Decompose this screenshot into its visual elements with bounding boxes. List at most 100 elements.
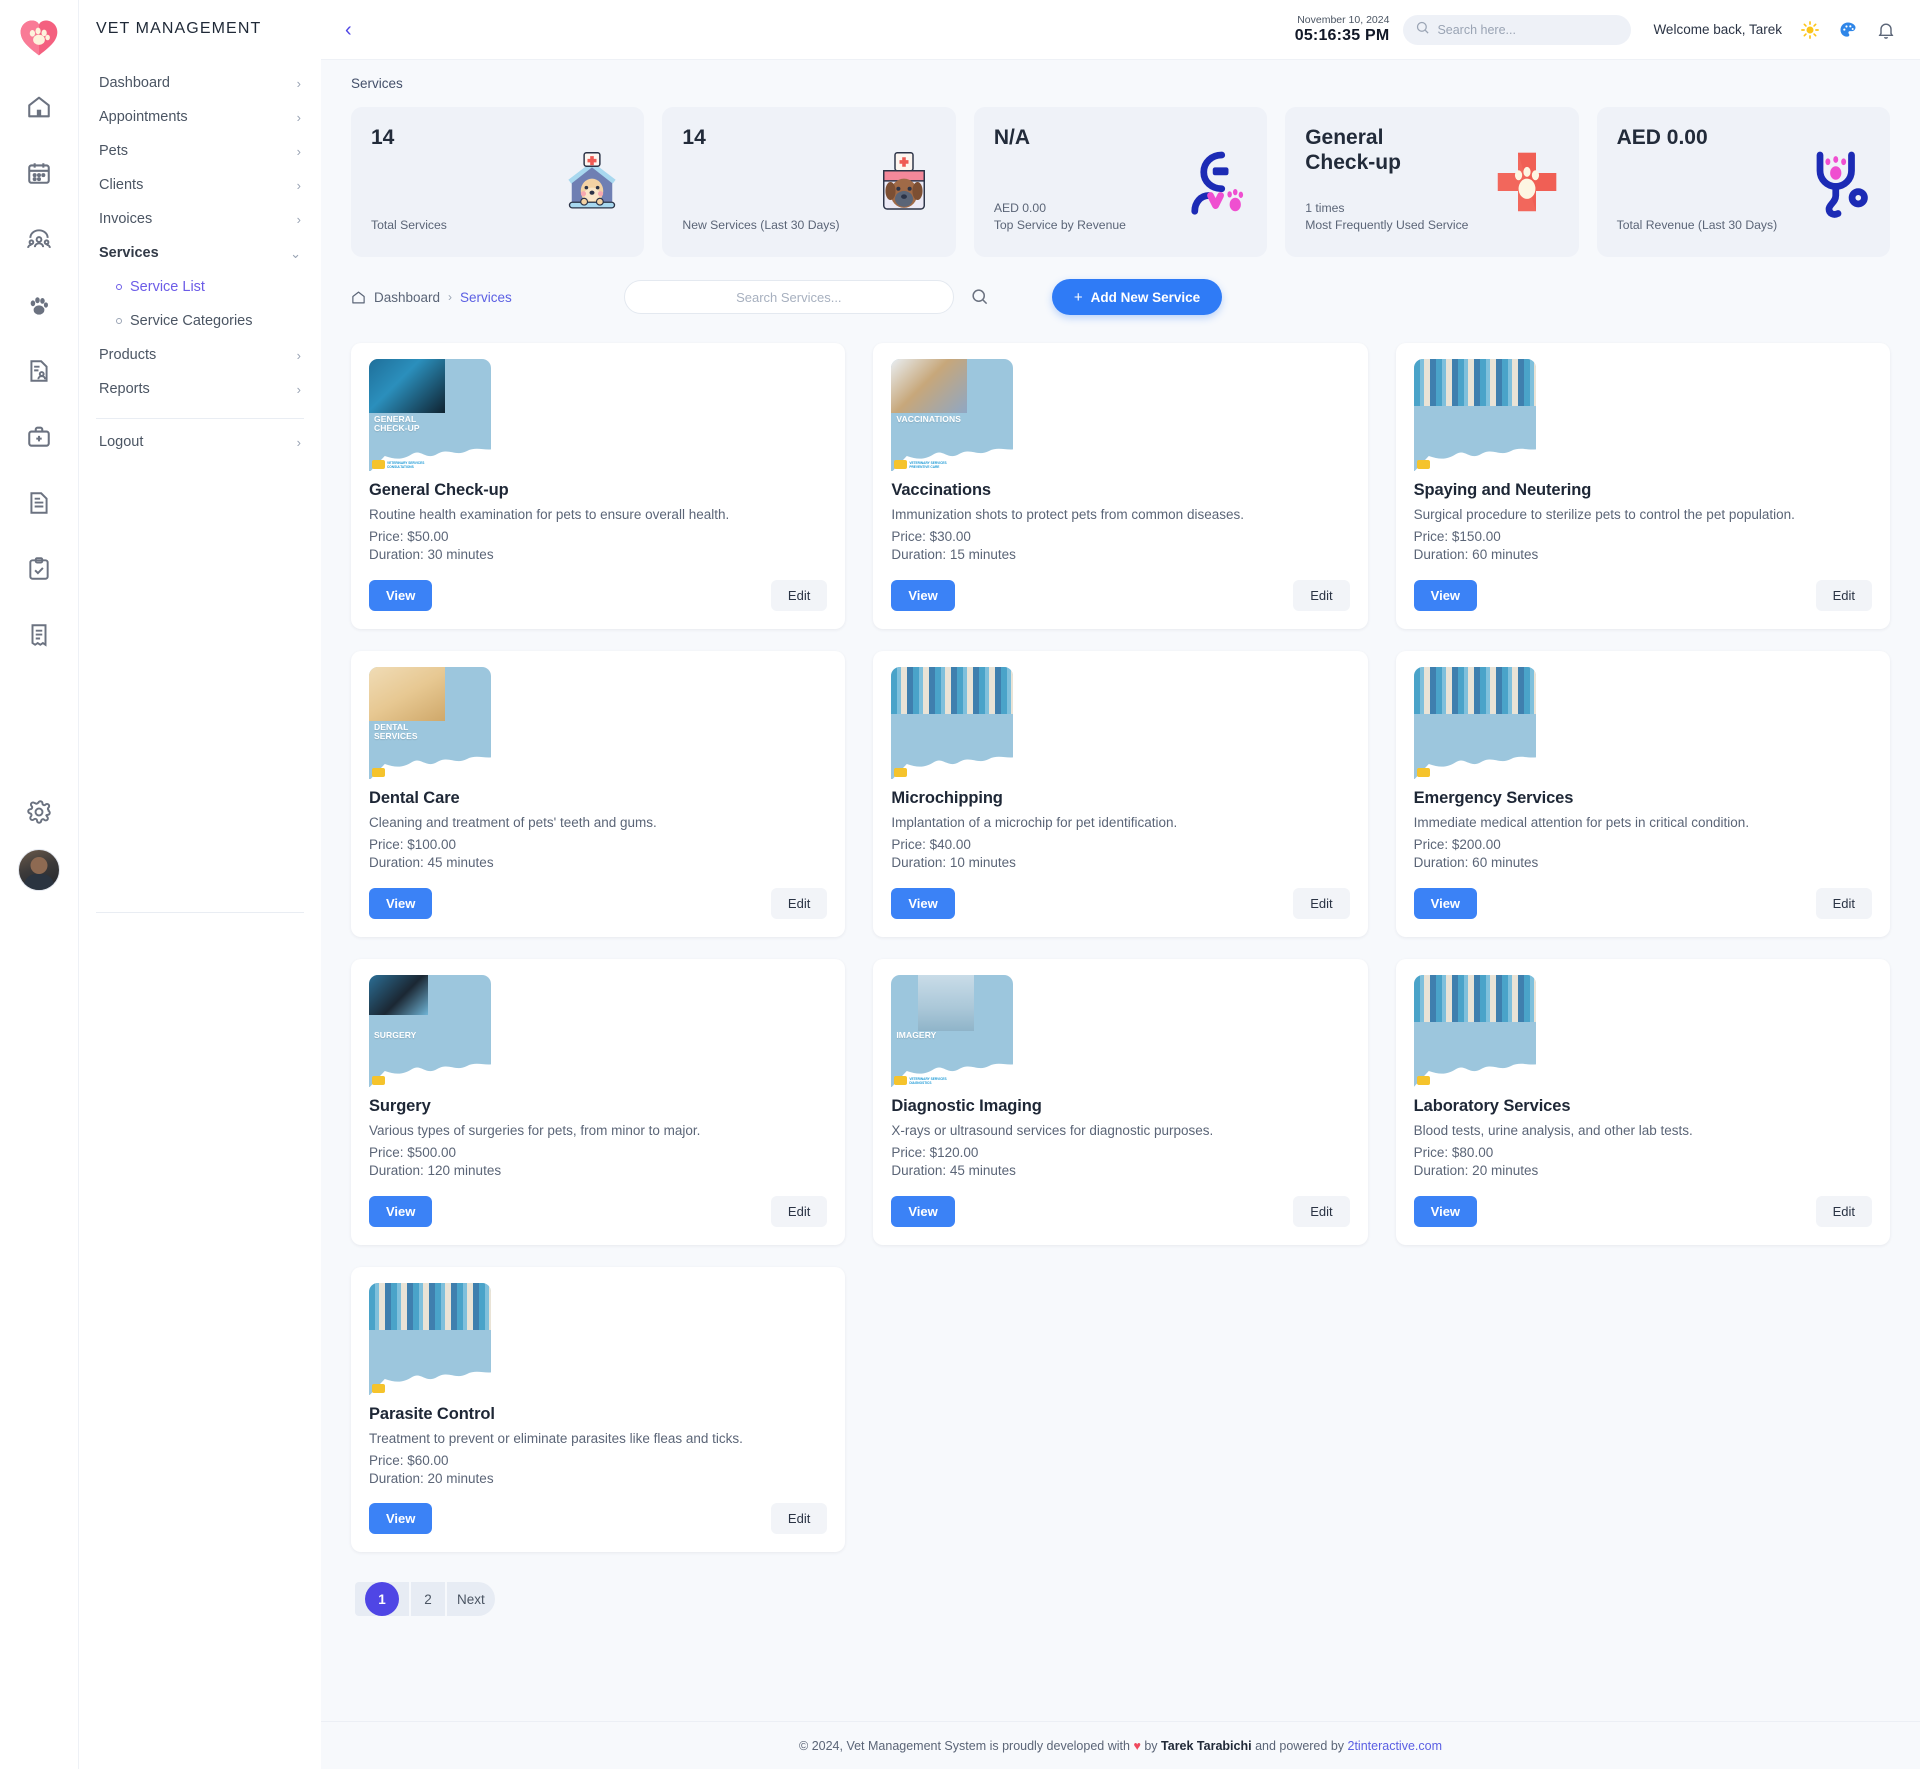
chevron-left-icon[interactable]: ‹ [345, 20, 367, 40]
service-price: Price: $500.00 [369, 1144, 457, 1160]
service-duration: Duration: 45 minutes [369, 854, 494, 870]
chevron-right-icon: › [296, 434, 301, 450]
service-card[interactable]: IMAGERY VETERINARY SERVICES DIAGNOSTICS D… [873, 958, 1368, 1245]
sidebar-item-clients[interactable]: Clients › [96, 168, 304, 202]
sidebar-menu: VET MANAGEMENT Dashboard › Appointments … [78, 0, 321, 1769]
invoice-icon[interactable] [24, 620, 54, 650]
view-button[interactable]: View [891, 1195, 955, 1227]
edit-button[interactable]: Edit [770, 1503, 828, 1535]
service-card[interactable]: SURGERY Surgery Various types of surgeri… [351, 958, 846, 1245]
edit-button[interactable]: Edit [1293, 887, 1350, 919]
edit-button[interactable]: Edit [1815, 1195, 1872, 1227]
sidebar-item-logout[interactable]: Logout › [96, 425, 304, 459]
footer-author: Tarek Tarabichi [1161, 1738, 1252, 1753]
clock: November 10, 2024 05:16:35 PM [1295, 14, 1390, 46]
view-button[interactable]: View [369, 579, 433, 611]
service-thumbnail: IMAGERY VETERINARY SERVICES DIAGNOSTICS [891, 974, 1014, 1087]
view-button[interactable]: View [1413, 887, 1478, 919]
sidebar-item-reports[interactable]: Reports › [96, 372, 304, 406]
global-search[interactable] [1403, 14, 1632, 45]
service-thumbnail: DENTAL SERVICES [369, 666, 491, 779]
avatar[interactable] [18, 849, 60, 891]
search-icon[interactable] [970, 287, 990, 307]
view-button[interactable]: View [1413, 1195, 1478, 1227]
dog-house-icon [556, 146, 628, 218]
service-description: Immunization shots to protect pets from … [891, 507, 1244, 522]
service-card[interactable]: Spaying and Neutering Surgical procedure… [1395, 343, 1890, 629]
sun-icon[interactable] [1798, 18, 1822, 42]
people-pets-icon[interactable] [24, 224, 54, 254]
footer-by: by [1144, 1738, 1158, 1753]
edit-button[interactable]: Edit [770, 1195, 828, 1227]
services-search-input[interactable] [642, 289, 935, 305]
breadcrumb-root[interactable]: Dashboard [374, 290, 440, 305]
sidebar-item-service-categories[interactable]: Service Categories [113, 304, 304, 338]
view-button[interactable]: View [369, 887, 433, 919]
view-button[interactable]: View [891, 579, 955, 611]
chevron-right-icon: › [296, 211, 301, 227]
service-card-actions: View Edit [891, 1195, 1350, 1227]
edit-button[interactable]: Edit [1293, 579, 1350, 611]
document-icon[interactable] [24, 488, 54, 518]
pagination-next[interactable]: Next [447, 1582, 495, 1617]
thumbnail-caption: IMAGERY [896, 1029, 937, 1040]
sidebar-item-dashboard[interactable]: Dashboard › [96, 66, 304, 100]
sidebar-item-label: Services [99, 245, 159, 261]
palette-icon[interactable] [1836, 18, 1860, 42]
edit-button[interactable]: Edit [1815, 579, 1872, 611]
heart-icon: ♥ [1133, 1738, 1141, 1753]
sidebar-item-label: Dashboard [99, 75, 170, 91]
view-button[interactable]: View [369, 1195, 433, 1227]
service-card[interactable]: DENTAL SERVICES Dental Care Cleaning and … [351, 650, 846, 937]
stat-card-total-revenue: AED 0.00 Total Revenue (Last 30 Days) [1596, 107, 1891, 257]
pagination-page-2[interactable]: 2 [411, 1582, 445, 1617]
service-card[interactable]: Emergency Services Immediate medical att… [1395, 650, 1890, 937]
stat-value: 14 [682, 126, 706, 149]
breadcrumb: Dashboard › Services [351, 290, 512, 305]
service-card[interactable]: Laboratory Services Blood tests, urine a… [1395, 958, 1890, 1245]
service-card[interactable]: VACCINATIONS VETERINARY SERVICES PREVENTI… [873, 343, 1368, 629]
home-icon[interactable] [24, 92, 54, 122]
view-button[interactable]: View [891, 887, 955, 919]
sidebar-item-label: Logout [99, 434, 144, 450]
sidebar-item-services[interactable]: Services ⌄ [96, 236, 304, 270]
service-card[interactable]: GENERAL CHECK-UP VETERINARY SERVICES CONSU… [351, 343, 846, 629]
paw-heart-logo-icon[interactable] [16, 14, 62, 60]
stat-card-total-services: 14 Total Services [351, 107, 645, 257]
stat-caption: AED 0.00 Top Service by Revenue [994, 200, 1126, 235]
edit-button[interactable]: Edit [770, 887, 828, 919]
bell-icon[interactable] [1874, 18, 1898, 42]
sidebar-item-invoices[interactable]: Invoices › [96, 202, 304, 236]
clipboard-check-icon[interactable] [24, 554, 54, 584]
service-description: Treatment to prevent or eliminate parasi… [369, 1430, 743, 1446]
footer-link[interactable]: 2tinteractive.com [1348, 1739, 1442, 1753]
edit-button[interactable]: Edit [1293, 1195, 1350, 1227]
edit-button[interactable]: Edit [770, 579, 828, 611]
sidebar-item-appointments[interactable]: Appointments › [96, 100, 304, 134]
service-card-actions: View Edit [369, 579, 828, 611]
sidebar-item-products[interactable]: Products › [96, 338, 304, 372]
service-card[interactable]: Microchipping Implantation of a microchi… [873, 650, 1368, 937]
calendar-icon[interactable] [24, 158, 54, 188]
gear-icon[interactable] [24, 797, 54, 827]
pagination-page-1[interactable]: 1 [355, 1582, 409, 1617]
sidebar-item-pets[interactable]: Pets › [96, 134, 304, 168]
view-button[interactable]: View [369, 1503, 433, 1535]
view-button[interactable]: View [1413, 579, 1478, 611]
service-title: Dental Care [369, 788, 460, 807]
service-card[interactable]: Parasite Control Treatment to prevent or… [351, 1266, 846, 1553]
rail-icon-list [24, 92, 54, 650]
thumbnail-caption: DENTAL SERVICES [374, 721, 418, 741]
service-title: Emergency Services [1413, 788, 1574, 807]
client-record-icon[interactable] [24, 356, 54, 386]
edit-button[interactable]: Edit [1815, 887, 1872, 919]
service-duration: Duration: 60 minutes [1413, 854, 1539, 870]
paw-icon[interactable] [24, 290, 54, 320]
medical-kit-icon[interactable] [24, 422, 54, 452]
sidebar-item-service-list[interactable]: Service List [113, 270, 304, 304]
services-search[interactable] [623, 280, 954, 314]
sidebar-submenu-services: Service List Service Categories [96, 270, 304, 338]
add-new-service-button[interactable]: + Add New Service [1051, 279, 1223, 315]
service-price: Price: $50.00 [369, 529, 449, 545]
search-input[interactable] [1437, 22, 1620, 37]
